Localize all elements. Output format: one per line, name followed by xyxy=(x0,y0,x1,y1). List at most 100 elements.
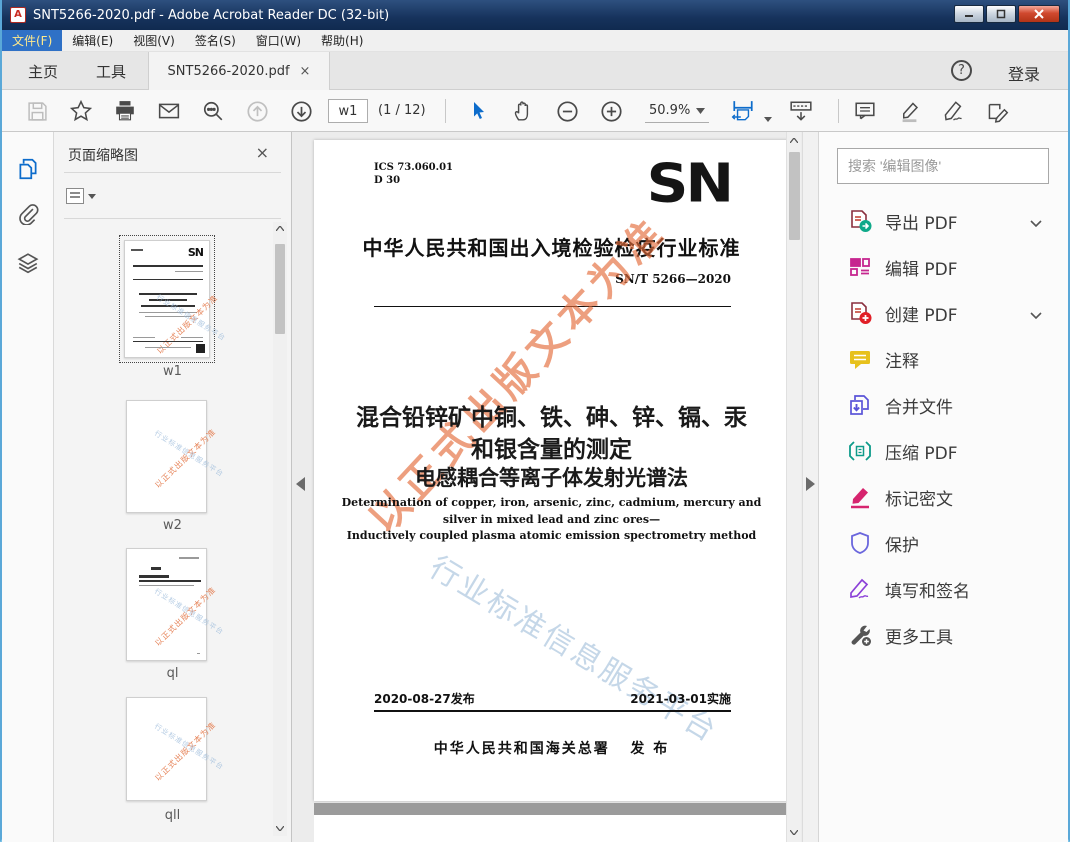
tools-search-input[interactable] xyxy=(837,148,1049,184)
thumbnail-options-icon xyxy=(66,188,84,204)
thumbnail-page-3[interactable]: 以正式出版文本为准 行业标准信息服务平台 xyxy=(126,548,225,661)
tool-edit-pdf[interactable]: 编辑 PDF xyxy=(819,244,1068,290)
tool-fill-sign[interactable]: 填写和签名 xyxy=(819,566,1068,612)
thumbnail-label: w1 xyxy=(163,364,182,379)
document-scrollbar[interactable] xyxy=(786,132,801,842)
left-rail xyxy=(2,132,54,842)
email-icon[interactable] xyxy=(156,98,182,124)
highlight-tool-icon[interactable] xyxy=(896,98,922,124)
login-button[interactable]: 登录 xyxy=(1008,61,1040,85)
tab-tools[interactable]: 工具 xyxy=(86,52,136,90)
collapse-left-panel-icon[interactable] xyxy=(296,477,305,491)
zoom-out-icon[interactable] xyxy=(554,98,580,124)
zoom-in-icon[interactable] xyxy=(598,98,624,124)
tool-combine-files[interactable]: 合并文件 xyxy=(819,382,1068,428)
tab-close-icon[interactable]: × xyxy=(300,64,311,79)
next-page-icon[interactable] xyxy=(288,98,314,124)
menu-window[interactable]: 窗口(W) xyxy=(246,30,311,51)
fit-width-chevron-icon[interactable] xyxy=(764,107,772,126)
menu-file[interactable]: 文件(F) xyxy=(2,30,63,51)
sn-logo: SN xyxy=(646,151,734,215)
help-icon[interactable]: ? xyxy=(951,60,972,81)
create-pdf-icon xyxy=(847,300,873,326)
scrollbar-thumb[interactable] xyxy=(275,244,285,334)
tool-comment[interactable]: 注释 xyxy=(819,336,1068,382)
minimize-button[interactable] xyxy=(954,5,984,23)
protect-icon xyxy=(847,530,873,556)
thumbnails-scrollbar[interactable] xyxy=(273,222,287,836)
fill-sign-icon xyxy=(847,576,873,602)
find-icon[interactable] xyxy=(200,98,226,124)
pdf-page-2-top xyxy=(314,815,789,842)
more-tools-toolbar-icon[interactable] xyxy=(984,98,1010,124)
select-tool-icon[interactable] xyxy=(466,98,492,124)
compress-pdf-icon xyxy=(847,438,873,464)
chevron-down-icon[interactable] xyxy=(1030,212,1042,231)
close-button[interactable] xyxy=(1018,5,1060,23)
zoom-level-value: 50.9% xyxy=(649,103,691,118)
tools-panel: 导出 PDF 编辑 PDF 创建 PDF xyxy=(818,132,1068,842)
tab-bar: 主页 工具 SNT5266-2020.pdf × ? 登录 xyxy=(2,52,1068,90)
menu-view[interactable]: 视图(V) xyxy=(123,30,185,51)
thumbnail-label: ql xyxy=(166,666,179,681)
scroll-down-icon[interactable] xyxy=(273,824,287,834)
menu-bar: 文件(F) 编辑(E) 视图(V) 签名(S) 窗口(W) 帮助(H) xyxy=(2,30,1068,52)
scrollbar-thumb[interactable] xyxy=(789,152,800,240)
menu-help[interactable]: 帮助(H) xyxy=(311,30,373,51)
previous-page-icon[interactable] xyxy=(244,98,270,124)
menu-sign[interactable]: 签名(S) xyxy=(185,30,246,51)
page-thumbnails-panel-icon[interactable] xyxy=(15,156,41,182)
thumbnail-label: w2 xyxy=(163,518,182,533)
implement-date: 2021-03-01实施 xyxy=(630,692,731,706)
tool-compress-pdf[interactable]: 压缩 PDF xyxy=(819,428,1068,474)
print-icon[interactable] xyxy=(112,98,138,124)
reading-mode-icon[interactable] xyxy=(788,98,814,124)
app-window: A SNT5266-2020.pdf - Adobe Acrobat Reade… xyxy=(0,0,1070,842)
thumbnails-options-button[interactable] xyxy=(66,184,100,208)
chevron-down-icon[interactable] xyxy=(1030,304,1042,323)
tab-home[interactable]: 主页 xyxy=(18,52,68,90)
scroll-up-icon[interactable] xyxy=(787,136,801,146)
menu-edit[interactable]: 编辑(E) xyxy=(62,30,123,51)
tool-more-tools[interactable]: 更多工具 xyxy=(819,612,1068,658)
document-area: ICS 73.060.01 D 30 SN 中华人民共和国出入境检验检疫行业标准… xyxy=(292,132,818,842)
fit-width-icon[interactable] xyxy=(730,98,756,124)
thumbnails-panel-title: 页面缩略图 xyxy=(68,148,138,164)
page-count: (1 / 12) xyxy=(378,103,426,118)
doc-title-english2: silver in mixed lead and zinc ores— xyxy=(442,513,661,526)
tool-export-pdf[interactable]: 导出 PDF xyxy=(819,198,1068,244)
zoom-level-select[interactable]: 50.9% xyxy=(645,99,709,123)
standard-heading: 中华人民共和国出入境检验检疫行业标准 xyxy=(362,236,741,260)
expand-right-panel-icon[interactable] xyxy=(806,477,815,491)
hand-tool-icon[interactable] xyxy=(510,98,536,124)
page-number-input[interactable] xyxy=(328,99,368,123)
thumbnail-page-4[interactable]: 以正式出版文本为准 行业标准信息服务平台 xyxy=(126,697,225,801)
fill-sign-tool-icon[interactable] xyxy=(940,98,966,124)
thumbnail-page-1[interactable]: SN 以正式出版文本为准 行业标准信息服务平台 xyxy=(124,240,227,358)
edit-pdf-icon xyxy=(847,254,873,280)
tool-redact[interactable]: 标记密文 xyxy=(819,474,1068,520)
publisher-line: 中华人民共和国海关总署 发 布 xyxy=(433,741,670,757)
favorite-star-icon[interactable] xyxy=(68,98,94,124)
tool-create-pdf[interactable]: 创建 PDF xyxy=(819,290,1068,336)
maximize-button[interactable] xyxy=(986,5,1016,23)
comment-icon xyxy=(847,346,873,372)
page-separator xyxy=(314,803,789,815)
doc-title-english3: Inductively coupled plasma atomic emissi… xyxy=(346,529,757,542)
pdf-page: ICS 73.060.01 D 30 SN 中华人民共和国出入境检验检疫行业标准… xyxy=(314,140,789,801)
scroll-down-icon[interactable] xyxy=(787,828,801,838)
comment-tool-icon[interactable] xyxy=(852,98,878,124)
window-title: SNT5266-2020.pdf - Adobe Acrobat Reader … xyxy=(33,7,390,23)
doc-title-english1: Determination of copper, iron, arsenic, … xyxy=(341,496,762,509)
divider xyxy=(374,710,731,712)
thumbnail-page-2[interactable]: 以正式出版文本为准 行业标准信息服务平台 xyxy=(126,400,225,513)
tab-document[interactable]: SNT5266-2020.pdf × xyxy=(148,52,330,90)
watermark-blue: 行业标准信息服务平台 xyxy=(423,549,725,750)
attachments-panel-icon[interactable] xyxy=(15,201,41,227)
thumbnails-panel-close-icon[interactable]: × xyxy=(256,143,269,162)
save-icon[interactable] xyxy=(24,98,50,124)
tool-protect[interactable]: 保护 xyxy=(819,520,1068,566)
scroll-up-icon[interactable] xyxy=(273,224,287,234)
layers-panel-icon[interactable] xyxy=(15,250,41,276)
doc-title-line2: 和银含量的测定 xyxy=(471,436,632,463)
